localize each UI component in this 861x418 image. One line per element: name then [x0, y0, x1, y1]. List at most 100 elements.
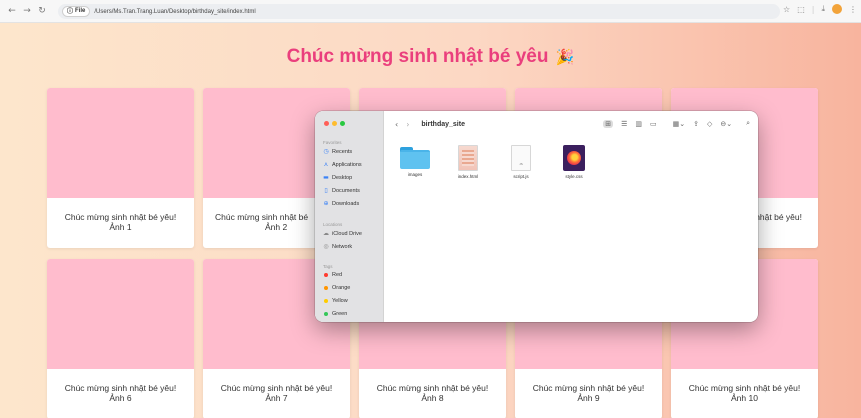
locations-header: Locations — [323, 222, 343, 227]
caption-photo-label: Ảnh 9 — [577, 393, 600, 403]
photo-card[interactable]: Chúc mừng sinh nhật bé yêu! Ảnh 6 — [47, 259, 194, 418]
applications-icon: ⋏ — [323, 161, 329, 168]
list-view-icon[interactable]: ☰ — [621, 120, 627, 128]
scheme-label: File — [75, 8, 86, 14]
more-actions-icon[interactable]: ⊖⌄ — [720, 120, 732, 128]
card-caption: Chúc mừng sinh nhật bé yêu! Ảnh 6 — [47, 383, 194, 403]
photo-placeholder — [47, 259, 194, 369]
url-text[interactable]: /Users/Ms.Tran.Trang.Luan/Desktop/birthd… — [94, 9, 255, 15]
back-chevron-icon[interactable]: ‹ — [395, 120, 398, 129]
file-item-script-js[interactable]: JS script.js — [501, 145, 541, 179]
info-icon: ⓘ — [67, 8, 74, 15]
folder-title: birthday_site — [421, 120, 465, 128]
tag-icon[interactable]: ◇ — [707, 120, 712, 128]
sidebar-item-label: Network — [332, 243, 353, 250]
photo-card[interactable]: Chúc mừng sinh nhật bé yêu! Ảnh 1 — [47, 88, 194, 248]
sidebar-item-network[interactable]: ◎ Network — [323, 243, 352, 250]
reload-icon[interactable]: ↻ — [36, 5, 48, 17]
card-caption: Chúc mừng sinh nhật bé yêu! Ảnh 8 — [359, 383, 506, 403]
sidebar-item-label: Desktop — [332, 174, 353, 181]
sidebar-item-applications[interactable]: ⋏ Applications — [323, 161, 362, 168]
card-caption: Chúc mừng sinh nhật bé yêu! Ảnh 9 — [515, 383, 662, 403]
zoom-window-button[interactable] — [340, 121, 345, 126]
sidebar-item-label: iCloud Drive — [332, 230, 362, 237]
file-name: images — [407, 172, 423, 177]
sidebar-item-label: Documents — [332, 187, 360, 194]
group-by-icon[interactable]: ▦⌄ — [673, 120, 685, 128]
extensions-icon[interactable]: ⬚ — [797, 5, 805, 14]
page-title: Chúc mừng sinh nhật bé yêu 🎉 — [0, 46, 861, 68]
network-icon: ◎ — [323, 243, 329, 250]
browser-toolbar: ← → ↻ ⓘ File /Users/Ms.Tran.Trang.Luan/D… — [0, 0, 861, 23]
html-file-icon — [458, 145, 478, 171]
green-tag-dot-icon — [324, 312, 328, 316]
site-info-chip[interactable]: ⓘ File — [62, 6, 91, 17]
icon-view-icon[interactable]: ⊞ — [603, 119, 614, 128]
back-arrow-icon[interactable]: ← — [6, 5, 18, 17]
gallery-view-icon[interactable]: ▭ — [650, 120, 657, 128]
forward-chevron-icon[interactable]: › — [406, 120, 409, 129]
caption-line: Chúc mừng sinh nhật bé yêu! — [688, 383, 801, 393]
sidebar-item-label: Yellow — [332, 298, 348, 304]
folder-icon — [400, 147, 430, 169]
tags-header: Tags — [323, 264, 333, 269]
address-bar[interactable]: ⓘ File /Users/Ms.Tran.Trang.Luan/Desktop… — [58, 4, 780, 19]
sidebar-item-label: Applications — [332, 161, 362, 168]
caption-line: Chúc mừng sinh nhật bé yêu! — [64, 212, 177, 222]
js-file-icon: JS — [511, 145, 531, 171]
desktop-icon: ▬ — [323, 174, 329, 181]
caption-line: Chúc mừng sinh nhật bé yêu! — [376, 383, 489, 393]
finder-window[interactable]: Favorites ◷ Recents ⋏ Applications ▬ Des… — [315, 111, 758, 322]
sidebar-item-desktop[interactable]: ▬ Desktop — [323, 174, 352, 181]
caption-photo-label: Ảnh 8 — [421, 393, 444, 403]
sidebar-tag-green[interactable]: Green — [323, 311, 347, 317]
card-caption: Chúc mừng sinh nhật bé yêu! Ảnh 10 — [671, 383, 818, 403]
card-caption: Chúc mừng sinh nhật bé yêu! Ảnh 7 — [203, 383, 350, 403]
orange-tag-dot-icon — [324, 286, 328, 290]
divider: | — [811, 4, 815, 14]
party-popper-icon: 🎉 — [555, 49, 575, 66]
sidebar-item-label: Orange — [332, 285, 351, 291]
download-icon[interactable]: ⤓ — [821, 4, 825, 14]
photo-placeholder — [47, 88, 194, 198]
file-name: index.html — [457, 174, 479, 179]
sidebar-tag-red[interactable]: Red — [323, 272, 342, 278]
search-icon[interactable]: ⌕ — [746, 119, 750, 128]
file-ext-label: JS — [519, 162, 523, 166]
page-title-text: Chúc mừng sinh nhật bé yêu — [286, 46, 549, 67]
clock-icon: ◷ — [323, 148, 329, 155]
sidebar-item-label: Recents — [332, 148, 353, 155]
caption-line: Chúc mừng sinh nhật bé yêu! — [64, 383, 177, 393]
caption-photo-label: Ảnh 10 — [731, 393, 758, 403]
download-icon: ⊕ — [323, 200, 329, 207]
sidebar-item-downloads[interactable]: ⊕ Downloads — [323, 200, 359, 207]
profile-icon[interactable] — [832, 4, 842, 14]
sidebar-tag-orange[interactable]: Orange — [323, 285, 350, 291]
file-item-images[interactable]: images — [395, 147, 435, 177]
document-icon: ▯ — [324, 187, 328, 194]
finder-toolbar: ‹ › birthday_site ⊞ ☰ ▥ ▭ ▦⌄ ⇪ ◇ ⊖⌄ ⌕ — [385, 111, 758, 137]
minimize-window-button[interactable] — [332, 121, 337, 126]
caption-photo-label: Ảnh 1 — [109, 222, 132, 232]
forward-arrow-icon[interactable]: → — [21, 5, 33, 17]
firefox-file-icon — [563, 145, 585, 171]
menu-icon[interactable]: ⋮ — [849, 5, 857, 14]
yellow-tag-dot-icon — [324, 299, 328, 303]
caption-line: Chúc mừng sinh nhật bé yêu! — [220, 383, 333, 393]
star-icon[interactable]: ☆ — [783, 5, 790, 14]
close-window-button[interactable] — [324, 121, 329, 126]
file-item-index-html[interactable]: index.html — [448, 145, 488, 179]
caption-photo-label: Ảnh 6 — [109, 393, 132, 403]
column-view-icon[interactable]: ▥ — [635, 120, 642, 128]
sidebar-item-label: Green — [332, 311, 348, 317]
share-icon[interactable]: ⇪ — [693, 120, 699, 128]
file-item-style-css[interactable]: style.css — [554, 145, 594, 179]
sidebar-item-icloud-drive[interactable]: ☁ iCloud Drive — [323, 230, 362, 237]
sidebar-item-documents[interactable]: ▯ Documents — [323, 187, 360, 194]
red-tag-dot-icon — [324, 273, 328, 277]
caption-photo-label: Ảnh 7 — [265, 393, 288, 403]
sidebar-tag-yellow[interactable]: Yellow — [323, 298, 348, 304]
caption-line: Chúc mừng sinh nhật bé yêu! — [532, 383, 645, 393]
sidebar-item-recents[interactable]: ◷ Recents — [323, 148, 352, 155]
card-caption: Chúc mừng sinh nhật bé yêu! Ảnh 1 — [47, 212, 194, 232]
